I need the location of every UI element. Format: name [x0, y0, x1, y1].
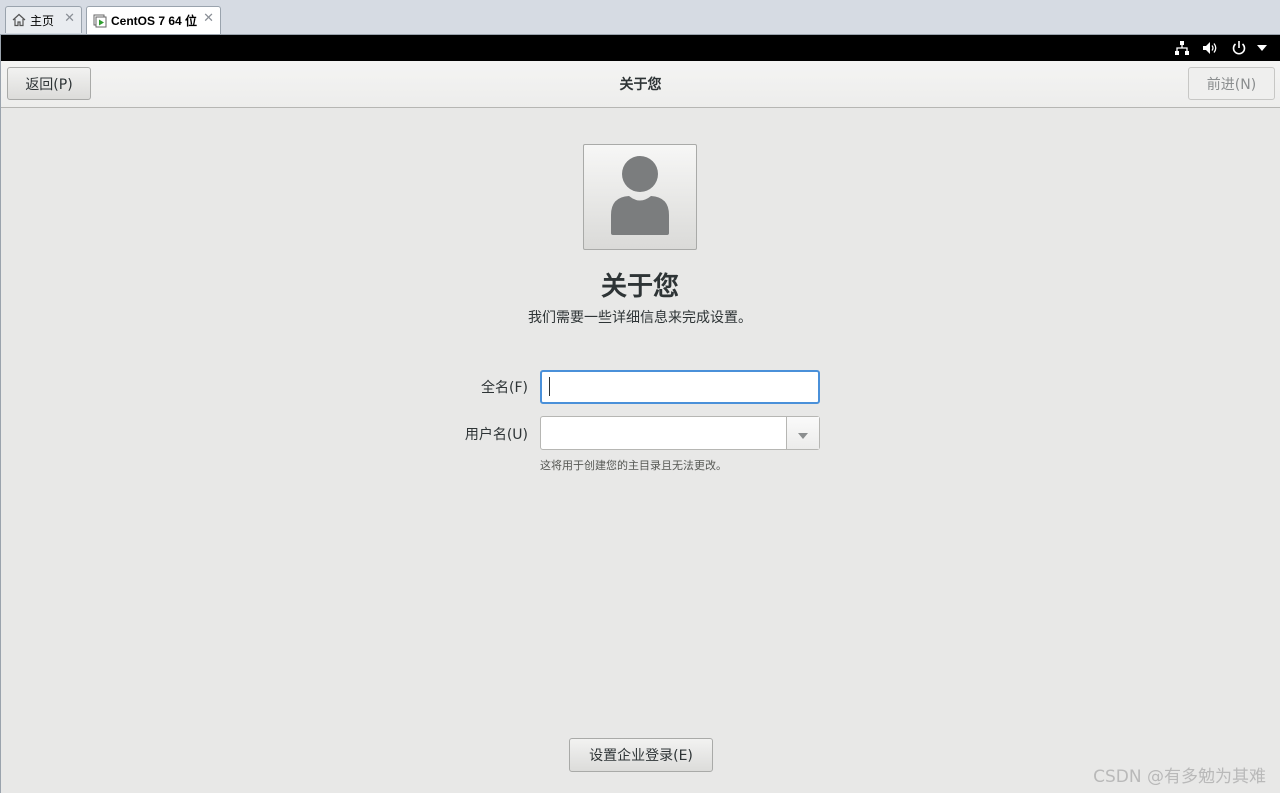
home-icon: [12, 13, 26, 27]
chevron-down-icon[interactable]: [1253, 39, 1271, 57]
volume-icon[interactable]: [1201, 39, 1219, 57]
username-label: 用户名(U): [464, 427, 528, 443]
section-subheading: 我们需要一些详细信息来完成设置。: [528, 310, 752, 326]
vm-running-icon: [93, 14, 107, 28]
watermark: CSDN @有多勉为其难: [1093, 767, 1266, 787]
network-icon[interactable]: [1173, 39, 1191, 57]
username-field[interactable]: [541, 417, 786, 449]
user-avatar-icon: [609, 155, 671, 239]
header-bar: 返回(P) 关于您 前进(N): [1, 61, 1280, 108]
avatar-button[interactable]: [583, 144, 697, 250]
system-top-bar: [1, 35, 1280, 61]
close-icon[interactable]: ✕: [64, 12, 75, 26]
window-border: [0, 34, 1, 793]
tab-home[interactable]: 主页 ✕: [5, 6, 82, 33]
tab-centos[interactable]: CentOS 7 64 位 ✕: [86, 6, 221, 34]
username-combobox[interactable]: [540, 416, 820, 450]
tab-centos-label: CentOS 7 64 位: [111, 14, 198, 28]
close-icon[interactable]: ✕: [203, 12, 214, 26]
next-button[interactable]: 前进(N): [1188, 67, 1275, 100]
page-title: 关于您: [619, 77, 662, 93]
fullname-label: 全名(F): [481, 380, 528, 396]
enterprise-login-button[interactable]: 设置企业登录(E): [569, 738, 713, 772]
username-hint: 这将用于创建您的主目录且无法更改。: [540, 459, 727, 472]
text-cursor: [549, 377, 550, 396]
power-icon[interactable]: [1230, 39, 1248, 57]
tab-home-label: 主页: [30, 13, 55, 28]
vm-tab-bar: 主页 ✕ CentOS 7 64 位 ✕: [0, 0, 1280, 35]
fullname-field[interactable]: [540, 370, 820, 404]
section-heading: 关于您: [600, 272, 679, 302]
username-dropdown-button[interactable]: [786, 417, 819, 449]
chevron-down-icon: [798, 424, 808, 443]
